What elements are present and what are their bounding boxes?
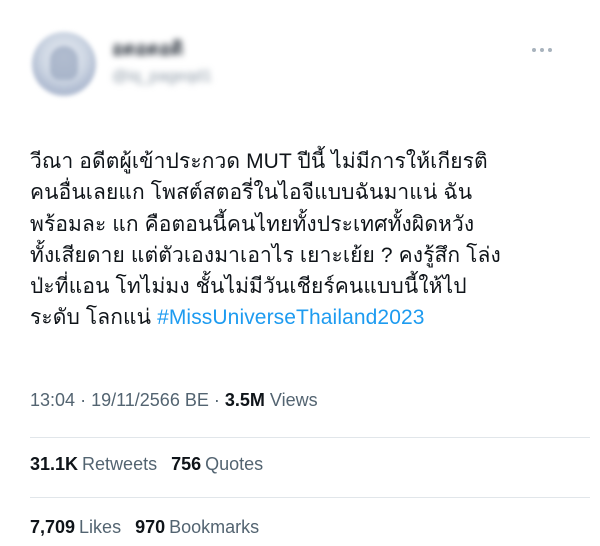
retweets-count: 31.1K (30, 454, 79, 474)
avatar[interactable] (32, 32, 96, 96)
views-count[interactable]: 3.5M (225, 390, 265, 410)
tweet-time[interactable]: 13:04 (30, 390, 75, 410)
views-label: Views (269, 390, 318, 410)
bookmarks-link[interactable]: 970 Bookmarks (135, 517, 259, 537)
bookmarks-label: Bookmarks (169, 517, 260, 537)
tweet-header: อดอดอดิ @iq_pageqd1 (20, 28, 580, 102)
tweet-line: พร้อมละ แก คือตอนนี้คนไทยทั้งประเทศทั้งผ… (30, 212, 475, 236)
tweet-line: ป่ะที่แอน โทไม่มง ชั้นไม่มีวันเชียร์คนแบ… (30, 275, 467, 299)
author-display-name[interactable]: อดอดอดิ (112, 38, 212, 62)
likes-link[interactable]: 7,709 Likes (30, 517, 121, 537)
tweet-line: วีณา อดีตผู้เข้าประกวด MUT ปีนี้ ไม่มีกา… (30, 150, 488, 173)
stats-row-likes: 7,709 Likes 970 Bookmarks (30, 517, 259, 538)
more-dots-icon[interactable] (532, 48, 552, 52)
meta-separator: · (80, 390, 87, 410)
bookmarks-count: 970 (135, 517, 166, 537)
tweet-line: ทั้งเสียดาย แต่ตัวเองมาเอาไร เยาะเย้ย ? … (30, 243, 501, 267)
quotes-count: 756 (171, 454, 202, 474)
divider (30, 437, 590, 438)
quotes-link[interactable]: 756 Quotes (171, 454, 263, 474)
tweet-text: วีณา อดีตผู้เข้าประกวด MUT ปีนี้ ไม่มีกา… (30, 146, 585, 334)
meta-separator: · (213, 390, 220, 410)
tweet-line: คนอื่นเลยแก โพสต์สตอรี่ในไอจีแบบฉันมาแน่… (30, 181, 473, 205)
quotes-label: Quotes (205, 454, 264, 474)
author-names: อดอดอดิ @iq_pageqd1 (112, 38, 212, 88)
hashtag-link[interactable]: #MissUniverseThailand2023 (157, 306, 424, 329)
divider (30, 497, 590, 498)
tweet-date[interactable]: 19/11/2566 BE (91, 390, 209, 410)
author-handle[interactable]: @iq_pageqd1 (112, 66, 212, 88)
likes-count: 7,709 (30, 517, 76, 537)
tweet-line: ระดับ โลกแน่ (30, 306, 158, 330)
tweet-meta: 13:04 · 19/11/2566 BE · 3.5M Views (30, 390, 318, 411)
stats-row-retweets: 31.1K Retweets 756 Quotes (30, 454, 263, 475)
tweet-card: อดอดอดิ @iq_pageqd1 วีณา อดีตผู้เข้าประก… (0, 0, 600, 546)
retweets-link[interactable]: 31.1K Retweets (30, 454, 157, 474)
retweets-label: Retweets (82, 454, 158, 474)
likes-label: Likes (79, 517, 122, 537)
